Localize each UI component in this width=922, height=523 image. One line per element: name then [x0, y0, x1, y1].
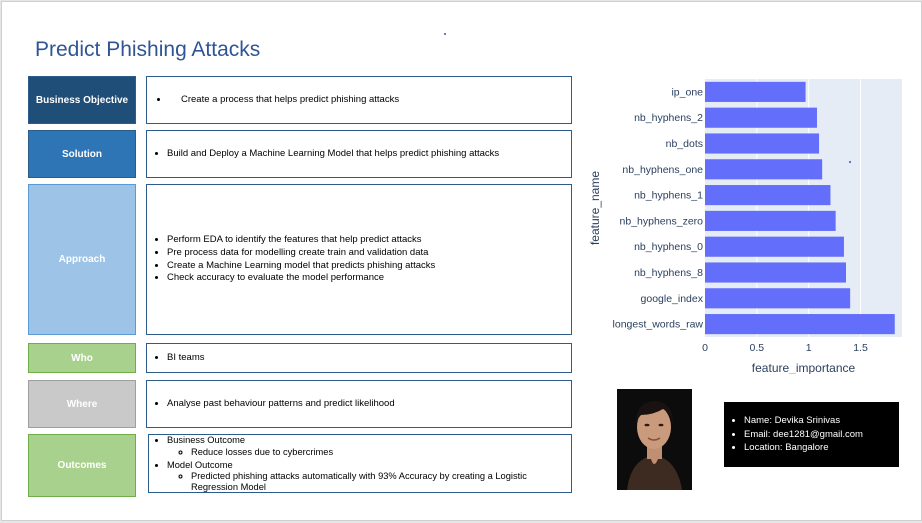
label-business-objective: Business Objective	[28, 76, 136, 124]
y-tick-label: nb_hyphens_zero	[620, 215, 704, 227]
content-where: Analyse past behaviour patterns and pred…	[146, 380, 572, 428]
bullet-item: Create a process that helps predict phis…	[169, 94, 571, 107]
bullet-item: Pre process data for modelling create tr…	[167, 247, 571, 260]
x-tick-label: 1.5	[853, 342, 868, 354]
bar	[705, 185, 831, 206]
y-tick-label: nb_hyphens_one	[622, 164, 703, 176]
y-tick-label: nb_hyphens_2	[634, 112, 703, 124]
content-business-objective: Create a process that helps predict phis…	[146, 76, 572, 124]
content-outcomes: Business Outcome Reduce losses due to cy…	[148, 434, 572, 493]
label-where: Where	[28, 380, 136, 428]
x-tick-label: 0	[702, 342, 708, 354]
y-tick-label: ip_one	[671, 86, 703, 98]
label-solution: Solution	[28, 130, 136, 178]
content-solution: Build and Deploy a Machine Learning Mode…	[146, 130, 572, 178]
x-axis-title: feature_importance	[752, 361, 856, 374]
label-who: Who	[28, 343, 136, 373]
page-title: Predict Phishing Attacks	[35, 38, 261, 61]
bar	[705, 210, 836, 231]
bar	[705, 262, 847, 283]
contact-name: Name: Devika Srinivas	[744, 414, 899, 428]
y-tick-label: google_index	[641, 293, 704, 305]
bar	[705, 107, 817, 128]
y-tick-label: nb_hyphens_8	[634, 267, 703, 279]
bar	[705, 81, 806, 102]
bullet-item: BI teams	[167, 352, 571, 365]
contact-email: Email: dee1281@gmail.com	[744, 428, 899, 442]
stray-dot	[849, 161, 851, 163]
stray-dot	[444, 33, 446, 35]
label-approach: Approach	[28, 184, 136, 335]
bar	[705, 159, 823, 180]
bar	[705, 314, 895, 335]
sub-bullet-item: Predicted phishing attacks automatically…	[191, 471, 571, 493]
bar	[705, 288, 851, 309]
bullet-item: Business Outcome	[167, 434, 571, 447]
y-axis-title: feature_name	[588, 171, 602, 245]
bullet-item: Model Outcome	[167, 459, 571, 472]
bullet-item: Check accuracy to evaluate the model per…	[167, 272, 571, 285]
y-tick-label: longest_words_raw	[613, 319, 704, 331]
portrait-image	[617, 389, 692, 490]
x-tick-label: 1	[806, 342, 812, 354]
feature-importance-chart: ip_one nb_hyphens_2 nb_dots nb_hyphens_onen…	[588, 79, 902, 374]
content-who: BI teams	[146, 343, 572, 373]
profile-photo	[617, 389, 692, 490]
bullet-item: Analyse past behaviour patterns and pred…	[167, 398, 571, 411]
y-tick-label: nb_hyphens_1	[634, 190, 703, 202]
y-tick-label: nb_hyphens_0	[634, 241, 703, 253]
y-tick-label: nb_dots	[666, 138, 703, 150]
content-approach: Perform EDA to identify the features tha…	[146, 184, 572, 335]
sub-bullet-item: Reduce losses due to cybercrimes	[191, 446, 571, 459]
slide: Predict Phishing Attacks Business Object…	[1, 1, 922, 521]
x-tick-label: 0.5	[750, 342, 765, 354]
label-outcomes: Outcomes	[28, 434, 136, 497]
contact-location: Location: Bangalore	[744, 441, 899, 455]
bullet-item: Perform EDA to identify the features tha…	[167, 234, 571, 247]
bar	[705, 236, 844, 257]
bullet-item: Build and Deploy a Machine Learning Mode…	[167, 148, 571, 161]
contact-card: Name: Devika Srinivas Email: dee1281@gma…	[724, 402, 899, 467]
bar	[705, 133, 820, 154]
bullet-item: Create a Machine Learning model that pre…	[167, 260, 571, 273]
